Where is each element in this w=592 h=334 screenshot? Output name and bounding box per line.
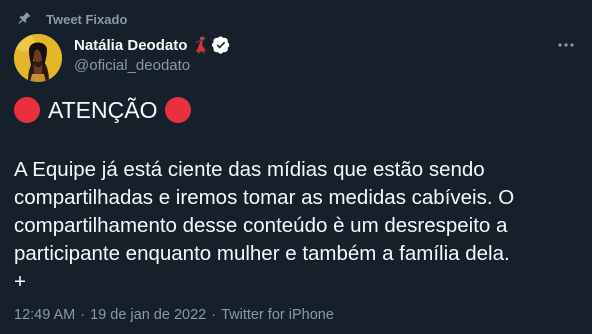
pinned-indicator: Tweet Fixado [14,10,127,28]
tweet-source[interactable]: Twitter for iPhone [221,307,334,323]
meta-separator: · [211,307,217,323]
tweet-headline: ATENÇÃO [14,96,192,124]
red-circle-emoji-icon [14,97,40,123]
more-options-button[interactable] [554,36,578,54]
author-info: Natália Deodato @oficial_deodato [74,35,230,74]
tweet-metadata: 12:49 AM · 19 de jan de 2022 · Twitter f… [14,307,334,323]
tweet-time[interactable]: 12:49 AM [14,307,75,323]
more-options-icon [558,43,574,47]
user-handle[interactable]: @oficial_deodato [74,57,230,74]
tweet-body: A Equipe já está ciente das mídias que e… [14,158,515,293]
tweet-card: Tweet Fixado Natália Deodato @oficial_de… [0,0,592,334]
pin-icon [16,11,32,27]
pinned-label: Tweet Fixado [46,11,128,27]
headline-text: ATENÇÃO [48,97,158,123]
dancer-emoji-icon [192,36,208,54]
tweet-date[interactable]: 19 de jan de 2022 [90,307,206,323]
meta-separator: · [80,307,86,323]
red-circle-emoji-icon [165,97,192,123]
verified-badge-icon [212,36,230,54]
avatar[interactable] [14,34,62,82]
display-name[interactable]: Natália Deodato [74,37,187,54]
